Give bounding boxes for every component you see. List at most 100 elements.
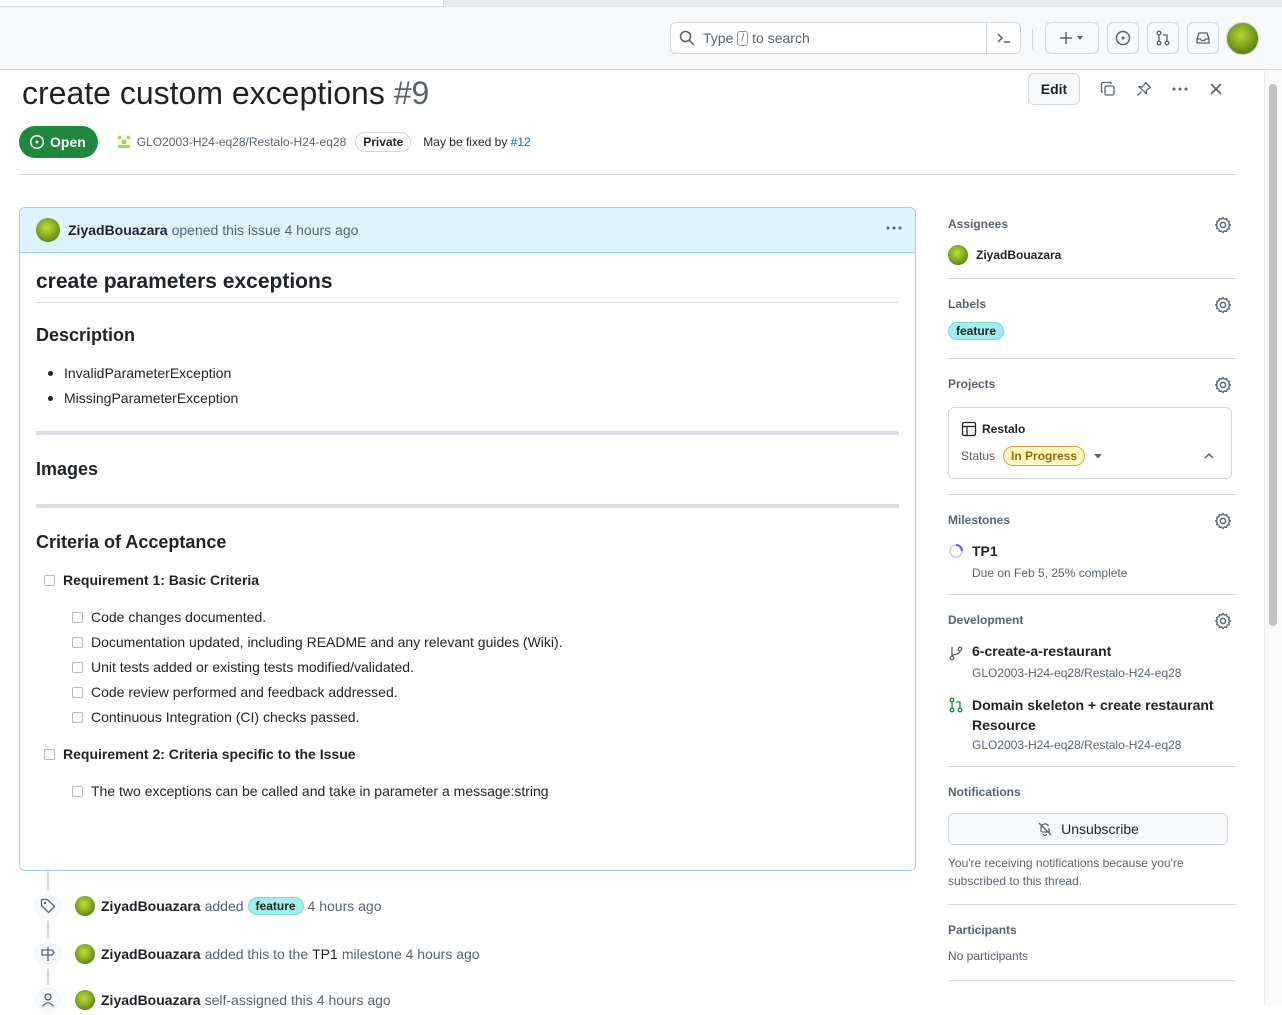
kebab-horizontal-icon[interactable] — [1168, 77, 1192, 101]
task-checkbox[interactable] — [72, 661, 83, 673]
gear-icon[interactable] — [1214, 296, 1232, 314]
section-title: Notifications — [948, 785, 1021, 799]
add-reaction-button[interactable] — [36, 870, 64, 871]
unsubscribe-button[interactable]: Unsubscribe — [948, 813, 1228, 845]
comment-options-icon[interactable] — [885, 220, 903, 239]
issue-title-text: create custom exceptions — [22, 75, 385, 111]
issue-meta-row: Open GLO2003-H24-eq28/Restalo-H24-eq28 P… — [19, 126, 531, 158]
git-branch-icon — [949, 646, 963, 661]
task-checkbox[interactable] — [72, 611, 83, 623]
task-label: Code changes documented. — [91, 609, 267, 625]
browser-tab-strip — [0, 0, 1282, 7]
linked-pull-request[interactable]: Domain skeleton + create restaurant Reso… — [972, 695, 1232, 735]
event-text: added — [204, 898, 244, 914]
section-divider — [36, 504, 899, 508]
avatar[interactable] — [75, 944, 95, 964]
label-badge[interactable]: feature — [948, 322, 1005, 340]
issue-number: #9 — [393, 75, 430, 111]
page-scrollbar[interactable] — [1264, 70, 1282, 1005]
milestone-link[interactable]: TP1 — [972, 543, 998, 559]
avatar[interactable] — [75, 990, 95, 1010]
pr-repo: GLO2003-H24-eq28/Restalo-H24-eq28 — [972, 738, 1182, 752]
event-time: 4 hours ago — [316, 992, 391, 1008]
copy-icon[interactable] — [1096, 77, 1120, 101]
task-checkbox[interactable] — [44, 748, 55, 760]
section-divider — [36, 431, 899, 435]
pin-icon[interactable] — [1132, 77, 1156, 101]
status-label: Status — [961, 449, 996, 463]
milestones-section: Milestones TP1 Due on Feb 5, 25% complet… — [948, 495, 1236, 595]
list-item: InvalidParameterException — [47, 365, 232, 381]
task-item: The two exceptions can be called and tak… — [72, 783, 549, 799]
event-text: added this to the — [204, 946, 309, 962]
fixed-by-text: May be fixed by #12 — [423, 135, 530, 149]
section-title: Milestones — [948, 513, 1011, 527]
triangle-down-icon[interactable] — [1093, 451, 1103, 461]
comment-author[interactable]: ZiyadBouazara — [68, 222, 168, 238]
task-checkbox[interactable] — [44, 574, 55, 586]
participants-text: No participants — [948, 949, 1029, 963]
event-author[interactable]: ZiyadBouazara — [101, 992, 201, 1008]
branch-repo: GLO2003-H24-eq28/Restalo-H24-eq28 — [972, 666, 1182, 680]
milestone-link[interactable]: TP1 — [312, 946, 338, 962]
avatar[interactable] — [75, 896, 95, 916]
task-checkbox[interactable] — [72, 636, 83, 648]
pull-request-icon — [949, 697, 963, 713]
comment-action-text: opened this issue 4 hours ago — [171, 222, 359, 238]
event-author[interactable]: ZiyadBouazara — [101, 898, 201, 914]
visibility-badge: Private — [355, 132, 412, 152]
task-checkbox[interactable] — [72, 686, 83, 698]
user-avatar[interactable] — [1226, 22, 1259, 55]
section-title: Assignees — [948, 217, 1009, 231]
notification-reason: You're receiving notifications because y… — [948, 856, 1184, 888]
event-time: 4 hours ago — [307, 898, 382, 914]
task-item: Documentation updated, including README … — [72, 634, 563, 650]
task-item: Unit tests added or existing tests modif… — [72, 659, 414, 675]
task-item: Code review performed and feedback addre… — [72, 684, 398, 700]
gear-icon[interactable] — [1214, 512, 1232, 530]
projects-section: Projects Restalo Status In Progress — [948, 359, 1236, 495]
timeline-event: ZiyadBouazara self-assigned this 4 hours… — [33, 985, 391, 1015]
avatar[interactable] — [36, 218, 60, 242]
event-author[interactable]: ZiyadBouazara — [101, 946, 201, 962]
label-badge[interactable]: feature — [247, 897, 304, 915]
status-value-badge[interactable]: In Progress — [1003, 446, 1086, 466]
section-title: Participants — [948, 923, 1017, 937]
gear-icon[interactable] — [1214, 216, 1232, 234]
header-divider-line — [19, 174, 1236, 175]
gear-icon[interactable] — [1214, 376, 1232, 394]
header-divider — [1032, 29, 1033, 49]
create-new-button[interactable] — [1045, 22, 1099, 54]
task-checkbox[interactable] — [72, 711, 83, 723]
issue-opened-icon — [1115, 30, 1131, 46]
search-input[interactable]: Type / to search — [670, 22, 1021, 54]
inbox-icon — [1196, 32, 1210, 44]
timeline-event: ZiyadBouazara added this to the TP1 mile… — [33, 939, 480, 969]
labels-section: Labels feature — [948, 279, 1236, 359]
fixed-by-link[interactable]: #12 — [511, 135, 531, 149]
edit-button[interactable]: Edit — [1028, 73, 1080, 105]
task-label: Requirement 2: Criteria specific to the … — [63, 746, 356, 762]
body-heading: create parameters exceptions — [36, 270, 899, 303]
issues-button[interactable] — [1107, 22, 1139, 54]
milestone-icon — [33, 939, 63, 969]
development-section: Development 6-create-a-restaurant GLO200… — [948, 595, 1236, 767]
assignee[interactable]: ZiyadBouazara — [948, 245, 1061, 265]
pull-requests-button[interactable] — [1147, 22, 1179, 54]
close-icon[interactable] — [1204, 77, 1228, 101]
scrollbar-thumb[interactable] — [1269, 84, 1277, 626]
inbox-button[interactable] — [1187, 22, 1219, 54]
avatar — [948, 245, 968, 265]
section-title: Development — [948, 613, 1024, 627]
person-icon — [33, 985, 63, 1015]
task-checkbox[interactable] — [72, 785, 83, 797]
assignee-name: ZiyadBouazara — [976, 248, 1062, 262]
repo-link[interactable]: GLO2003-H24-eq28/Restalo-H24-eq28 — [116, 134, 346, 150]
chevron-up-icon[interactable] — [1203, 450, 1215, 462]
project-link[interactable]: Restalo — [961, 421, 1025, 437]
tag-icon — [33, 891, 63, 921]
command-palette-icon[interactable] — [986, 23, 1020, 53]
linked-branch[interactable]: 6-create-a-restaurant — [972, 643, 1111, 659]
gear-icon[interactable] — [1214, 612, 1232, 630]
inactive-tab[interactable] — [443, 0, 1282, 7]
